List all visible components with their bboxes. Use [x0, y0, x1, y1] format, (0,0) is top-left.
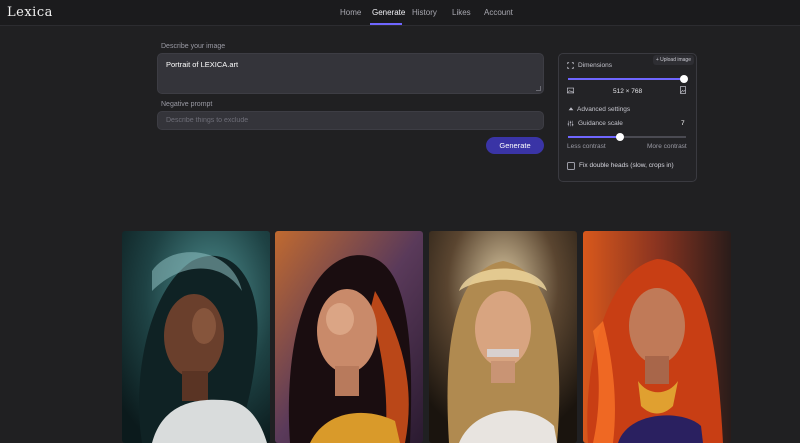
dimensions-slider-knob[interactable] [680, 74, 688, 83]
sliders-icon [567, 120, 574, 127]
dimensions-slider[interactable] [568, 74, 688, 83]
generate-button[interactable]: Generate [486, 137, 544, 154]
nav-account[interactable]: Account [484, 8, 513, 17]
guidance-scale-value: 7 [681, 120, 685, 127]
guidance-scale-slider[interactable] [568, 132, 686, 141]
fix-double-heads-label[interactable]: Fix double heads (slow, crops in) [579, 162, 674, 169]
nav-history[interactable]: History [412, 8, 437, 17]
generated-image-4[interactable] [583, 231, 731, 443]
dimensions-label: Dimensions [578, 62, 612, 69]
generated-image-2[interactable] [275, 231, 423, 443]
nav-generate[interactable]: Generate [372, 8, 405, 17]
negative-prompt-label: Negative prompt [161, 101, 213, 108]
prompt-textarea[interactable]: Portrait of LEXICA.art [157, 53, 544, 94]
prompt-text: Portrait of LEXICA.art [166, 60, 239, 69]
nav-likes[interactable]: Likes [452, 8, 471, 17]
top-nav-bar: Lexica Home Generate History Likes Accou… [0, 0, 800, 26]
crop-icon [567, 62, 574, 69]
active-tab-indicator [370, 23, 402, 25]
upload-image-button[interactable]: + Upload image [652, 55, 694, 65]
nav-home[interactable]: Home [340, 8, 361, 17]
guidance-scale-label: Guidance scale [578, 120, 623, 127]
guidance-slider-knob[interactable] [615, 132, 624, 141]
prompt-label: Describe your image [161, 43, 226, 50]
negative-prompt-input[interactable] [157, 111, 544, 130]
generated-image-3[interactable] [429, 231, 577, 443]
less-contrast-label: Less contrast [567, 143, 606, 150]
guidance-slider-fill [568, 136, 620, 138]
image-icon [567, 87, 574, 94]
more-contrast-label: More contrast [647, 143, 687, 150]
dimensions-slider-fill [568, 78, 684, 80]
image-portrait-icon [680, 86, 686, 94]
dimensions-value: 512 × 768 [613, 88, 643, 95]
main-nav: Home Generate History Likes Account [0, 0, 800, 26]
generated-image-1[interactable] [122, 231, 270, 443]
resize-handle[interactable] [536, 86, 541, 91]
fix-double-heads-checkbox[interactable] [567, 162, 575, 170]
chevron-up-icon[interactable] [568, 106, 574, 111]
advanced-settings-toggle[interactable]: Advanced settings [577, 106, 630, 113]
